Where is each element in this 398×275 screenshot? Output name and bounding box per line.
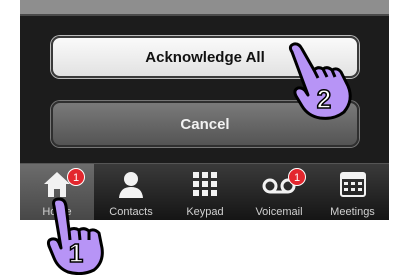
status-bar [20,0,389,14]
home-badge: 1 [67,168,85,186]
keypad-icon [193,172,217,196]
tab-keypad[interactable]: Keypad [168,164,242,220]
step-1-label: 1 [69,238,83,268]
calendar-icon [339,172,366,197]
tab-meetings[interactable]: Meetings [316,164,389,220]
tab-voicemail-label: Voicemail [255,206,303,218]
tab-keypad-label: Keypad [186,206,224,218]
pointer-hand-icon: 2 [288,42,352,120]
pointer-hand-icon: 1 [46,197,104,275]
step-2-label: 2 [317,84,331,114]
divider [20,14,389,16]
contact-icon [119,172,143,198]
voicemail-badge: 1 [288,168,306,186]
tab-voicemail[interactable]: 1 Voicemail [242,164,316,220]
tab-meetings-label: Meetings [330,206,375,218]
